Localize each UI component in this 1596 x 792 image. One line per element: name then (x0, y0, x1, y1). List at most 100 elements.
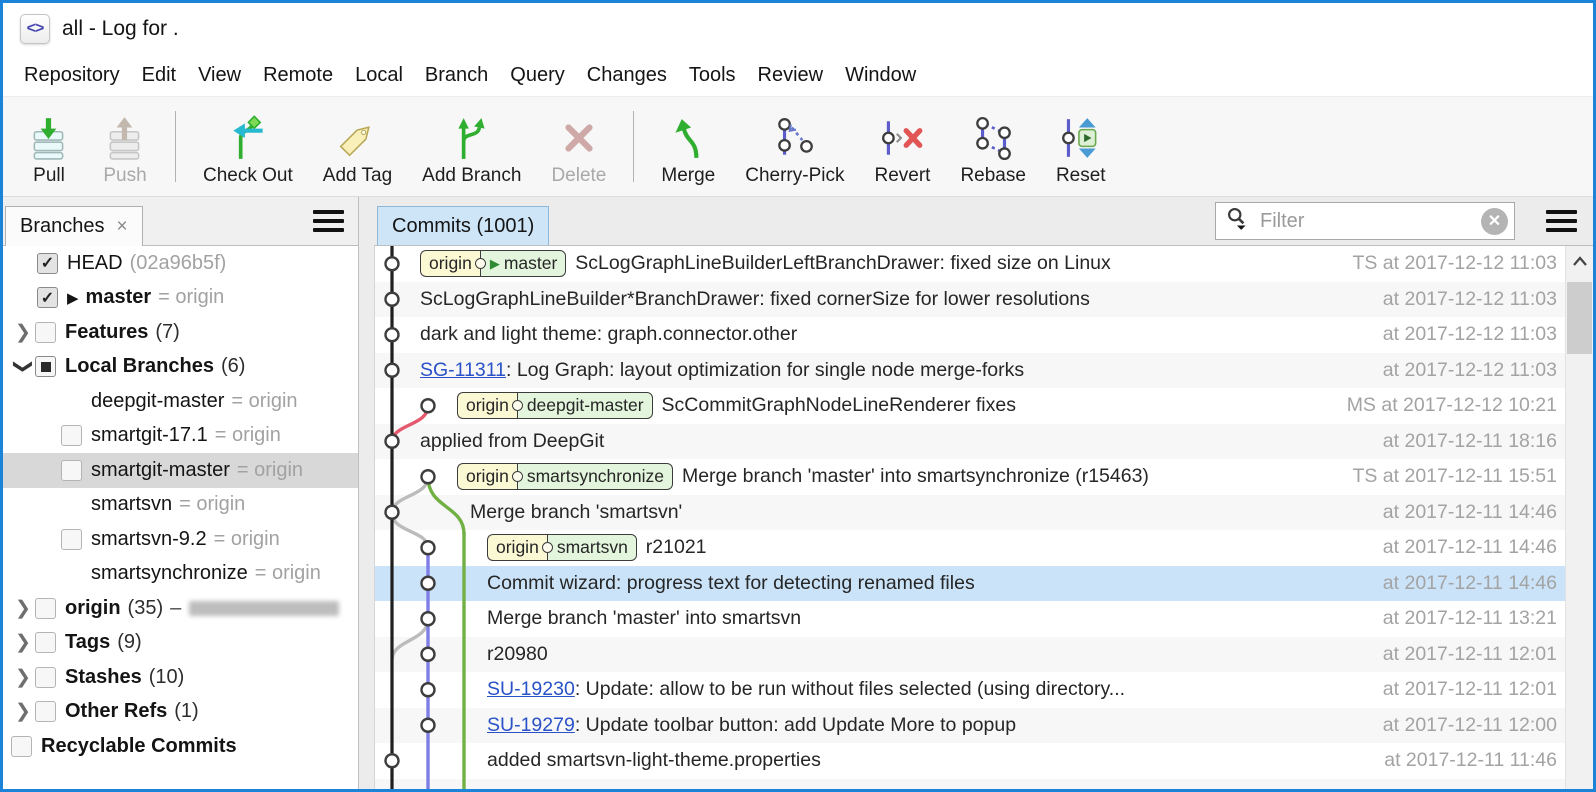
commit-row[interactable]: added smartsvn-light-theme.properties at … (375, 743, 1565, 779)
branch-row-tags[interactable]: ❯ Tags (9) (3, 626, 358, 661)
reset-button[interactable]: Reset (1041, 97, 1121, 196)
commit-row[interactable]: dark and light theme: graph.connector.ot… (375, 317, 1565, 353)
window-title: all - Log for . (62, 17, 179, 40)
menu-query[interactable]: Query (499, 58, 575, 93)
merge-icon (665, 115, 711, 161)
cherry-pick-button[interactable]: Cherry-Pick (730, 97, 859, 196)
menu-changes[interactable]: Changes (576, 58, 678, 93)
push-icon (102, 115, 148, 161)
commit-row[interactable]: SU-19279: Update toolbar button: add Upd… (375, 707, 1565, 743)
commit-row[interactable]: origin ▶ master ScLogGraphLineBuilderLeftBr… (375, 246, 1565, 282)
filter-input[interactable]: Filter ✕ (1215, 202, 1515, 240)
menu-window[interactable]: Window (834, 58, 927, 93)
branch-label-deepgit-master[interactable]: origin deepgit-master (457, 392, 653, 420)
toolbar-button-label: Reset (1055, 165, 1106, 186)
commit-row[interactable]: origin smartsvn r21021 at 2017-12-11 14:46 (375, 530, 1565, 566)
redacted-url (189, 600, 340, 616)
chevron-collapsed-icon[interactable]: ❯ (11, 666, 35, 689)
tab-branches[interactable]: Branches × (5, 206, 143, 246)
scrollbar-thumb[interactable] (1567, 282, 1592, 354)
commit-row[interactable]: origin deepgit-master ScCommitGraphNodeLin… (375, 388, 1565, 424)
branch-checkbox[interactable] (61, 563, 82, 584)
branch-label-smartsynchronize[interactable]: origin smartsynchronize (457, 463, 673, 491)
panel-splitter[interactable] (359, 197, 374, 789)
chevron-collapsed-icon[interactable]: ❯ (11, 700, 35, 723)
add-branch-button[interactable]: Add Branch (407, 97, 536, 196)
scrollbar[interactable] (1565, 246, 1593, 789)
commit-row[interactable]: origin smartsynchronize Merge branch 'mast… (375, 459, 1565, 495)
branch-checkbox[interactable] (61, 391, 82, 412)
chevron-collapsed-icon[interactable]: ❯ (11, 597, 35, 620)
clear-filter-icon[interactable]: ✕ (1481, 207, 1508, 235)
branch-checkbox[interactable] (35, 321, 56, 343)
branch-label-smartsvn[interactable]: origin smartsvn (487, 534, 637, 562)
issue-link[interactable]: SU-19279 (487, 714, 575, 737)
issue-link[interactable]: SU-19230 (487, 678, 575, 701)
branch-row-local-branches[interactable]: ❯ Local Branches (6) (3, 350, 358, 385)
menu-tools[interactable]: Tools (678, 58, 747, 93)
close-icon[interactable]: × (117, 216, 128, 238)
branch-row-smartsvn-9.2[interactable]: smartsvn-9.2 = origin (3, 522, 358, 557)
commit-row[interactable]: r20980 at 2017-12-11 12:01 (375, 636, 1565, 672)
rebase-button[interactable]: Rebase (945, 97, 1041, 196)
menu-branch[interactable]: Branch (414, 58, 499, 93)
branch-row-other-refs[interactable]: ❯ Other Refs (1) (3, 695, 358, 730)
branch-checkbox[interactable] (35, 666, 56, 688)
commit-row[interactable]: Merge branch 'smartsvn' at 2017-12-11 14:… (375, 494, 1565, 530)
chevron-collapsed-icon[interactable]: ❯ (11, 321, 35, 344)
title-bar: <> all - Log for . (3, 3, 1593, 55)
menu-local[interactable]: Local (344, 58, 414, 93)
commit-row[interactable]: Merge branch 'master' into smartsvn at 20… (375, 601, 1565, 637)
branch-row-recyclable-commits[interactable]: Recyclable Commits (3, 729, 358, 764)
pull-button[interactable]: Pull (11, 97, 87, 196)
branch-row-deepgit-master[interactable]: deepgit-master = origin (3, 384, 358, 419)
chevron-expanded-icon[interactable]: ❯ (12, 355, 35, 379)
tracking-ref: = origin (214, 424, 281, 447)
branch-row-features[interactable]: ❯ Features (7) (3, 315, 358, 350)
merge-button[interactable]: Merge (646, 97, 730, 196)
branch-checkbox[interactable] (61, 528, 82, 550)
commit-row[interactable]: Commit wizard: progress text for detecti… (375, 565, 1565, 601)
branch-checkbox[interactable] (61, 459, 82, 481)
branches-menu-icon[interactable] (313, 210, 344, 232)
branch-checkbox[interactable] (11, 735, 32, 757)
search-icon[interactable] (1225, 206, 1251, 237)
commit-row[interactable]: applied from DeepGit at 2017-12-11 18:16 (375, 423, 1565, 459)
branch-row-smartgit-17.1[interactable]: smartgit-17.1 = origin (3, 419, 358, 454)
branch-checkbox[interactable] (35, 597, 56, 619)
menu-remote[interactable]: Remote (252, 58, 344, 93)
menu-view[interactable]: View (187, 58, 252, 93)
branch-row-stashes[interactable]: ❯ Stashes (10) (3, 660, 358, 695)
chevron-collapsed-icon[interactable]: ❯ (11, 631, 35, 654)
branch-checkbox[interactable] (61, 425, 82, 447)
branch-row-smartsvn[interactable]: smartsvn = origin (3, 488, 358, 523)
menu-edit[interactable]: Edit (131, 58, 187, 93)
branch-checkbox[interactable] (37, 287, 58, 309)
revert-button[interactable]: Revert (859, 97, 945, 196)
check-out-button[interactable]: Check Out (188, 97, 308, 196)
branch-row-master[interactable]: ▶ master = origin (3, 281, 358, 316)
branch-row-smartsynchronize[interactable]: smartsynchronize = origin (3, 557, 358, 592)
menu-bar: Repository Edit View Remote Local Branch Query… (3, 55, 1593, 97)
commit-row[interactable]: SG-11311: Log Graph: layout optimization… (375, 352, 1565, 388)
add-tag-button[interactable]: Add Tag (308, 97, 407, 196)
issue-link[interactable]: SG-11311 (420, 359, 506, 382)
commit-row[interactable]: ScLogGraphLineBuilder*BranchDrawer: fixe… (375, 281, 1565, 317)
commits-menu-icon[interactable] (1546, 210, 1577, 232)
branch-count: (9) (117, 631, 142, 654)
branch-label-master[interactable]: origin ▶ master (420, 250, 567, 278)
commit-row[interactable]: SU-19230: Update: allow to be run withou… (375, 672, 1565, 708)
branch-checkbox[interactable] (35, 701, 56, 723)
menu-review[interactable]: Review (747, 58, 835, 93)
branch-row-smartgit-master[interactable]: smartgit-master = origin (3, 453, 358, 488)
scroll-up-icon[interactable] (1566, 246, 1593, 276)
branch-checkbox[interactable] (61, 494, 82, 515)
branch-checkbox[interactable] (37, 252, 58, 274)
branch-row-head[interactable]: HEAD (02a96b5f) (3, 246, 358, 281)
branches-tab-bar: Branches × (3, 197, 358, 246)
menu-repository[interactable]: Repository (13, 58, 131, 93)
branch-checkbox[interactable] (35, 356, 56, 378)
branch-checkbox[interactable] (35, 632, 56, 654)
branch-row-origin[interactable]: ❯ origin (35) – (3, 591, 358, 626)
tab-commits[interactable]: Commits (1001) (377, 206, 550, 246)
